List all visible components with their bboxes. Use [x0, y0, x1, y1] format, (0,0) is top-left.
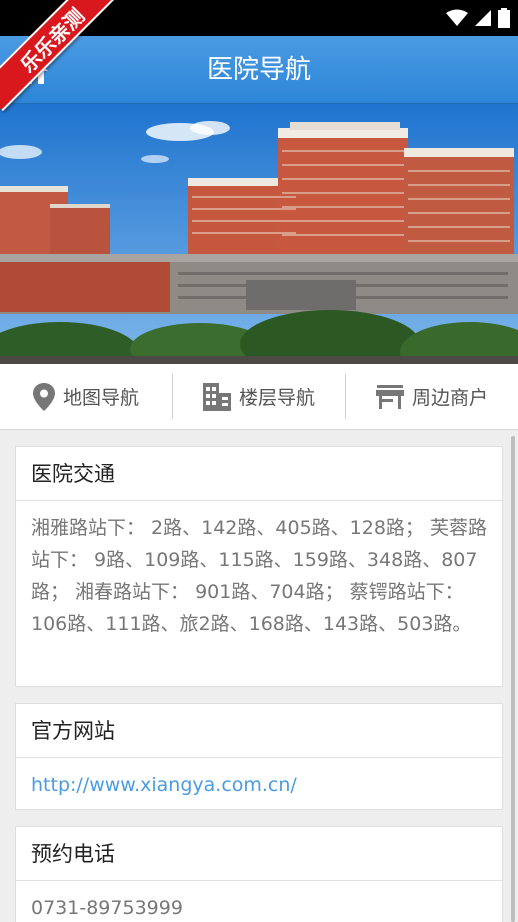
transport-title: 医院交通 — [16, 447, 502, 501]
store-icon — [375, 384, 404, 409]
wifi-icon — [446, 9, 468, 26]
nearby-shops-label: 周边商户 — [411, 387, 488, 409]
map-pin-icon — [32, 382, 55, 411]
map-navigation-button[interactable]: 地图导航 — [0, 364, 172, 429]
transport-card: 医院交通 湘雅路站下： 2路、142路、405路、128路； 芙蓉路站下： 9路… — [15, 446, 503, 687]
page-title: 医院导航 — [206, 55, 311, 85]
transport-text: 湘雅路站下： 2路、142路、405路、128路； 芙蓉路站下： 9路、109路… — [31, 517, 487, 635]
phone-title: 预约电话 — [16, 827, 502, 881]
battery-icon — [498, 8, 510, 28]
nearby-shops-button[interactable]: 周边商户 — [346, 364, 518, 429]
navigation-bar: 地图导航 楼层导航 周边商户 — [0, 364, 518, 430]
map-navigation-label: 地图导航 — [62, 387, 139, 409]
phone-card: 预约电话 0731-89753999 — [15, 826, 503, 922]
content-area[interactable]: 医院交通 湘雅路站下： 2路、142路、405路、128路； 芙蓉路站下： 9路… — [0, 430, 518, 922]
app-bar: 医院导航 — [0, 36, 518, 104]
hospital-photo — [0, 104, 518, 364]
website-body: http://www.xiangya.com.cn/ — [16, 758, 502, 813]
status-icons — [446, 6, 510, 30]
phone-number[interactable]: 0731-89753999 — [16, 881, 502, 922]
floor-navigation-label: 楼层导航 — [238, 387, 315, 409]
floor-navigation-button[interactable]: 楼层导航 — [173, 364, 345, 429]
website-link[interactable]: http://www.xiangya.com.cn/ — [31, 774, 297, 796]
building-icon — [202, 382, 231, 411]
scrollbar[interactable] — [511, 436, 515, 922]
website-title: 官方网站 — [16, 704, 502, 758]
signal-icon — [475, 10, 491, 26]
website-card: 官方网站 http://www.xiangya.com.cn/ — [15, 703, 503, 810]
